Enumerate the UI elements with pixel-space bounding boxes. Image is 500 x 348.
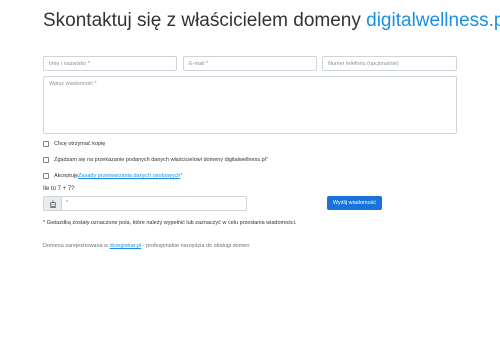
phone-placeholder: Numer telefonu (opcjonalnie) [328,61,399,67]
email-input[interactable]: E-mail * [183,56,317,71]
phone-input[interactable]: Numer telefonu (opcjonalnie) [322,56,457,71]
copy-checkbox[interactable] [43,141,49,147]
name-placeholder: Imię i nazwisko * [49,61,90,67]
captcha-label: Ile to 7 + 7? [43,186,75,192]
privacy-prefix: Akceptuję [54,173,79,179]
consent-checkbox[interactable] [43,157,49,163]
registrar-link[interactable]: dcregistrar.pl [110,243,142,249]
copy-label: Chcę otrzymać kopię [54,141,106,147]
footer: Domena zarejestrowana w dcregistrar.pl -… [43,243,249,249]
footer-prefix: Domena zarejestrowana w [43,243,110,249]
message-textarea[interactable]: Wpisz wiadomość * [43,76,457,134]
consent-required-star: * [265,157,269,163]
privacy-required-star: * [180,173,183,179]
privacy-checkbox[interactable] [43,173,49,179]
robot-icon [43,196,61,211]
copy-option[interactable]: Chcę otrzymać kopię [43,141,105,147]
name-input[interactable]: Imię i nazwisko * [43,56,177,71]
title-domain: digitalwellness.pl [366,10,500,31]
privacy-option[interactable]: Akceptuję Zasady przetwarzania danych os… [43,173,182,179]
required-fields-note: * Gwiazdką zostały oznaczone pola, które… [43,220,297,226]
privacy-policy-link[interactable]: Zasady przetwarzania danych osobowych [78,173,180,179]
page-title: Skontaktuj się z właścicielem domeny dig… [43,10,500,32]
captcha-input[interactable]: * [61,196,247,211]
captcha-group: * [43,196,247,211]
send-message-button[interactable]: Wyślij wiadomość [327,196,382,210]
consent-option[interactable]: Zgadzam się na przekazanie podanych dany… [43,157,268,163]
email-placeholder: E-mail * [189,61,209,67]
captcha-placeholder: * [66,200,69,206]
message-placeholder: Wpisz wiadomość * [49,81,97,87]
consent-label: Zgadzam się na przekazanie podanych dany… [54,157,266,163]
footer-suffix: - profesjonalne narzędzia do obsługi dom… [141,243,250,249]
title-prefix: Skontaktuj się z właścicielem domeny [43,10,367,31]
